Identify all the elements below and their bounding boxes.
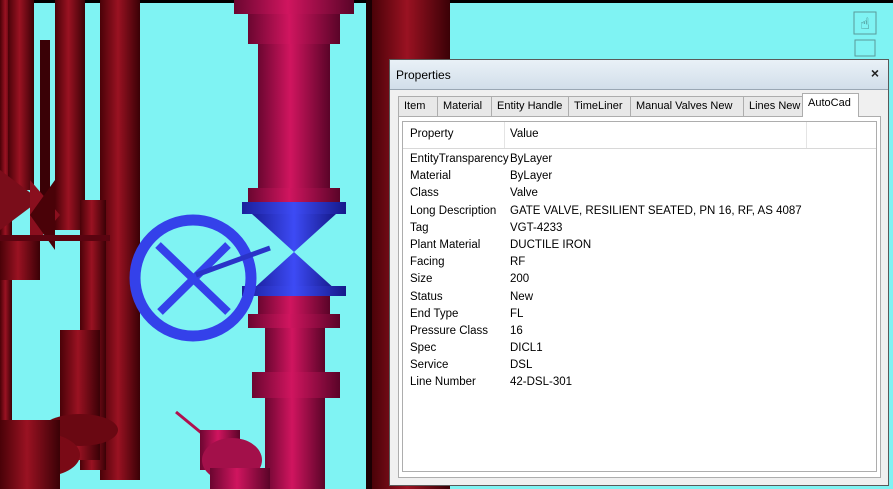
tab-entity-handle[interactable]: Entity Handle [491, 96, 569, 116]
property-name: Size [410, 273, 433, 286]
property-name: Spec [410, 342, 437, 355]
property-name: Pressure Class [410, 324, 488, 337]
properties-dialog: Properties × Item Material Entity Handle… [389, 59, 889, 486]
property-value: VGT-4233 [510, 221, 563, 234]
dialog-titlebar[interactable]: Properties × [390, 60, 888, 90]
property-name: Material [410, 170, 451, 183]
tab-lines-new[interactable]: Lines New [743, 96, 803, 116]
table-row[interactable]: Line Number 42-DSL-301 [403, 374, 876, 391]
property-name: Plant Material [410, 238, 481, 251]
tab-panel: Property Value EntityTransparency ByLayer… [398, 116, 881, 478]
table-row[interactable]: Long Description GATE VALVE, RESILIENT SE… [403, 203, 876, 220]
property-value: FL [510, 307, 524, 320]
table-row[interactable]: Plant Material DUCTILE IRON [403, 237, 876, 254]
property-value: ByLayer [510, 153, 553, 165]
property-value: 200 [510, 273, 530, 286]
property-name: Service [410, 359, 449, 372]
property-value: DSL [510, 359, 533, 372]
property-name: Facing [410, 256, 445, 269]
tab-item[interactable]: Item [398, 96, 438, 116]
tab-timeliner[interactable]: TimeLiner [568, 96, 631, 116]
table-row[interactable]: Facing RF [403, 254, 876, 271]
property-value: New [510, 290, 534, 303]
property-value: ByLayer [510, 170, 553, 183]
tab-autocad[interactable]: AutoCad [802, 93, 859, 117]
property-grid[interactable]: Property Value EntityTransparency ByLayer… [402, 121, 877, 472]
header-property[interactable]: Property [410, 128, 453, 140]
table-row[interactable]: Size 200 [403, 271, 876, 288]
table-row[interactable]: Status New [403, 289, 876, 306]
property-value: Valve [510, 187, 538, 200]
property-value: 42-DSL-301 [510, 376, 573, 389]
property-name: Tag [410, 221, 429, 234]
column-divider[interactable] [504, 122, 505, 148]
property-name: End Type [410, 307, 459, 320]
tab-material[interactable]: Material [437, 96, 492, 116]
table-row[interactable]: Tag VGT-4233 [403, 220, 876, 237]
table-row[interactable]: Material ByLayer [403, 168, 876, 185]
svg-text:☝: ☝ [860, 14, 870, 33]
table-row[interactable]: End Type FL [403, 306, 876, 323]
property-name: Class [410, 187, 439, 200]
tab-manual-valves-new[interactable]: Manual Valves New [630, 96, 744, 116]
property-name: Status [410, 290, 443, 303]
grid-rows: EntityTransparency ByLayer Material ByLayer… [403, 151, 876, 392]
property-value: DICL1 [510, 342, 543, 355]
column-divider[interactable] [806, 122, 807, 148]
grid-header: Property Value [403, 122, 876, 149]
table-row[interactable]: Pressure Class 16 [403, 323, 876, 340]
hand-icon[interactable]: ☝ [853, 11, 877, 35]
property-value: RF [510, 256, 526, 269]
dialog-title: Properties [396, 68, 451, 82]
property-value: DUCTILE IRON [510, 238, 592, 251]
header-value[interactable]: Value [510, 128, 539, 140]
table-row[interactable]: Service DSL [403, 357, 876, 374]
tab-strip: Item Material Entity Handle TimeLiner Ma… [398, 93, 880, 117]
property-name: EntityTransparency [410, 153, 509, 165]
property-value: GATE VALVE, RESILIENT SEATED, PN 16, RF,… [510, 204, 802, 217]
table-row[interactable]: Spec DICL1 [403, 340, 876, 357]
property-value: 16 [510, 324, 523, 337]
table-row[interactable]: EntityTransparency ByLayer [403, 151, 876, 168]
property-name: Line Number [410, 376, 476, 389]
table-row[interactable]: Class Valve [403, 185, 876, 202]
app-window: ☝ Properties × Item Material Entity Hand… [0, 0, 893, 489]
property-name: Long Description [410, 204, 497, 217]
close-icon[interactable]: × [866, 64, 884, 82]
